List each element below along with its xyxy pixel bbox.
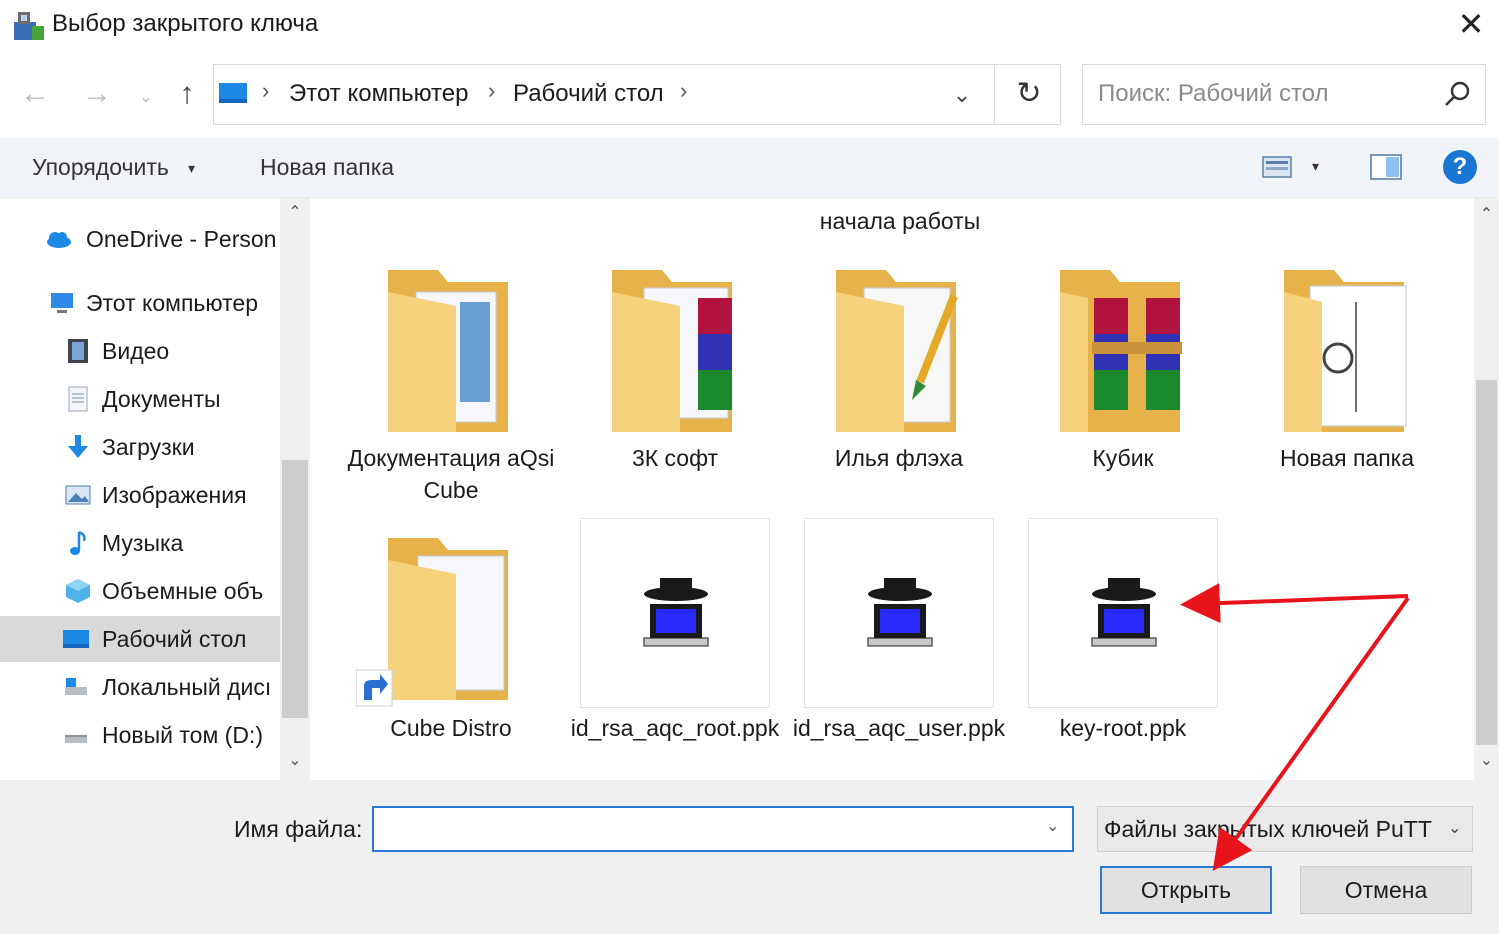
sidebar-item-label: OneDrive - Person bbox=[86, 226, 277, 252]
preview-pane-icon[interactable] bbox=[1370, 154, 1402, 180]
downloads-icon bbox=[68, 435, 88, 458]
filename-input[interactable] bbox=[372, 806, 1074, 852]
local-disk-icon bbox=[65, 678, 87, 695]
forward-button[interactable]: → bbox=[74, 72, 120, 118]
sidebar-item-downloads[interactable]: Загрузки bbox=[0, 424, 280, 470]
view-options-chevron-icon[interactable]: ▾ bbox=[1312, 158, 1319, 175]
scroll-up-arrow-icon[interactable]: ⌃ bbox=[282, 202, 308, 226]
folder-item[interactable]: Кубик bbox=[1028, 262, 1218, 471]
filename-history-chevron-icon[interactable]: ⌄ bbox=[1046, 816, 1059, 836]
content-scrollbar-thumb[interactable] bbox=[1476, 380, 1497, 745]
sidebar-item-drive-d[interactable]: Новый том (D:) bbox=[0, 712, 280, 758]
window-title: Выбор закрытого ключа bbox=[52, 10, 319, 37]
new-folder-button[interactable]: Новая папка bbox=[260, 154, 394, 181]
chevron-down-icon[interactable]: ⌄ bbox=[1448, 818, 1461, 838]
putty-key-icon bbox=[867, 578, 933, 647]
sidebar-item-label: Загрузки bbox=[102, 434, 195, 460]
address-history-dropdown[interactable]: ⌄ bbox=[940, 72, 984, 118]
file-label: id_rsa_aqc_user.ppk bbox=[792, 715, 1006, 741]
desktop-icon bbox=[63, 630, 89, 648]
organize-button[interactable]: Упорядочить bbox=[32, 154, 169, 181]
folder-documents-icon bbox=[388, 270, 508, 432]
search-input[interactable]: Поиск: Рабочий стол bbox=[1098, 80, 1329, 108]
sidebar-item-music[interactable]: Музыка bbox=[0, 520, 280, 566]
breadcrumb-separator: › bbox=[262, 78, 270, 103]
sidebar-item-desktop[interactable]: Рабочий стол bbox=[0, 616, 280, 662]
sidebar-item-label: Этот компьютер bbox=[86, 290, 258, 316]
scroll-up-arrow-icon[interactable]: ⌃ bbox=[1476, 204, 1497, 224]
change-view-icon[interactable] bbox=[1262, 155, 1292, 179]
dialog-footer bbox=[0, 780, 1499, 934]
sidebar-item-label: Рабочий стол bbox=[102, 626, 247, 652]
breadcrumb-separator[interactable]: › bbox=[680, 78, 687, 104]
pictures-icon bbox=[65, 485, 91, 505]
music-icon bbox=[70, 530, 86, 555]
sidebar-item-label: Музыка bbox=[102, 530, 184, 556]
sidebar-item-label: Видео bbox=[102, 338, 170, 364]
partial-item-label: начала работы bbox=[819, 208, 981, 234]
recent-locations-button[interactable]: ⌄ bbox=[132, 76, 160, 122]
file-type-selected-value[interactable]: Файлы закрытых ключей PuTT bbox=[1104, 816, 1432, 843]
sidebar-item-local-disk[interactable]: Локальный дисı bbox=[0, 664, 280, 710]
file-label: key-root.ppk bbox=[1059, 715, 1187, 741]
folder-label: 3К софт bbox=[631, 445, 719, 471]
sidebar-item-label: Локальный дисı bbox=[102, 674, 272, 700]
sidebar-scrollbar-thumb[interactable] bbox=[282, 460, 308, 718]
video-icon bbox=[68, 339, 88, 363]
drive-icon bbox=[65, 735, 87, 743]
3d-objects-icon bbox=[66, 579, 90, 603]
help-icon[interactable]: ? bbox=[1443, 150, 1477, 184]
cloud-icon bbox=[47, 232, 71, 248]
breadcrumb-this-pc[interactable]: Этот компьютер bbox=[289, 80, 468, 108]
sidebar-item-video[interactable]: Видео bbox=[0, 328, 280, 374]
key-app-icon bbox=[14, 12, 44, 40]
sidebar-item-documents[interactable]: Документы bbox=[0, 376, 280, 422]
sidebar-item-label: Документы bbox=[102, 386, 221, 412]
folder-winrar-icon bbox=[1060, 270, 1182, 432]
sidebar-item-onedrive[interactable]: OneDrive - Person bbox=[0, 216, 280, 262]
putty-key-icon bbox=[1091, 578, 1157, 647]
sidebar-item-label: Изображения bbox=[102, 482, 247, 508]
folder-notes-icon bbox=[836, 270, 958, 432]
folder-label: Кубик bbox=[1092, 445, 1154, 471]
folder-item[interactable]: Документация aQsi Cube bbox=[348, 262, 554, 503]
breadcrumb-separator: › bbox=[488, 78, 496, 103]
chevron-down-icon[interactable]: ▾ bbox=[188, 160, 195, 177]
desktop-icon bbox=[219, 83, 247, 103]
putty-key-icon bbox=[643, 578, 709, 647]
folder-item[interactable]: 3К софт bbox=[580, 262, 770, 471]
back-button[interactable]: ← bbox=[12, 72, 58, 118]
refresh-button[interactable]: ↻ bbox=[1000, 70, 1058, 120]
search-icon[interactable] bbox=[1440, 78, 1474, 112]
sidebar-item-this-pc[interactable]: Этот компьютер bbox=[0, 280, 280, 326]
scroll-down-arrow-icon[interactable]: ⌄ bbox=[1476, 750, 1497, 770]
sidebar-item-3d-objects[interactable]: Объемные объ bbox=[0, 568, 280, 614]
cancel-button[interactable]: Отмена bbox=[1300, 866, 1472, 914]
sidebar-item-label: Объемные объ bbox=[102, 578, 264, 604]
folder-label: Илья флэха bbox=[834, 445, 964, 471]
computer-icon bbox=[51, 293, 73, 313]
folder-images-icon bbox=[1284, 270, 1407, 432]
folder-item[interactable]: Новая папка bbox=[1252, 262, 1442, 471]
close-button[interactable]: ✕ bbox=[1446, 4, 1496, 46]
folder-label: Документация aQsi Cube bbox=[347, 445, 555, 503]
scroll-down-arrow-icon[interactable]: ⌄ bbox=[282, 750, 308, 774]
file-label: id_rsa_aqc_root.ppk bbox=[570, 715, 780, 741]
open-button[interactable]: Открыть bbox=[1100, 866, 1272, 914]
folder-label: Cube Distro bbox=[390, 715, 512, 741]
documents-icon bbox=[68, 386, 88, 412]
up-button[interactable]: ↑ bbox=[164, 72, 210, 118]
filename-label: Имя файла: bbox=[234, 816, 363, 842]
sidebar-item-pictures[interactable]: Изображения bbox=[0, 472, 280, 518]
address-divider bbox=[994, 64, 995, 125]
breadcrumb-desktop[interactable]: Рабочий стол bbox=[513, 80, 664, 108]
folder-label: Новая папка bbox=[1279, 445, 1415, 471]
folder-item[interactable]: Илья флэха bbox=[804, 262, 994, 471]
folder-shortcut-item[interactable]: Cube Distro bbox=[355, 530, 546, 741]
folder-shortcut-icon bbox=[355, 538, 508, 707]
sidebar-item-label: Новый том (D:) bbox=[102, 722, 263, 748]
folder-winrar-icon bbox=[612, 270, 732, 432]
